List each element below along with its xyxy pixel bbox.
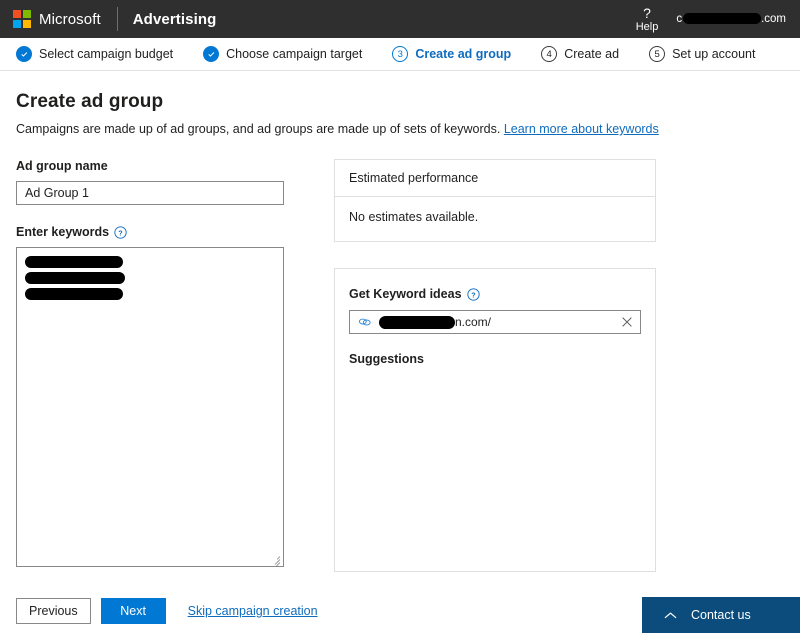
page-subtitle-text: Campaigns are made up of ad groups, and … — [16, 122, 500, 136]
get-keyword-ideas-text: Get Keyword ideas — [349, 287, 462, 301]
step-1-label: Select campaign budget — [39, 47, 173, 61]
help-label: Help — [636, 22, 659, 34]
left-column: Ad group name Enter keywords ? — [16, 159, 284, 567]
account-email-prefix: c — [676, 13, 682, 25]
account-email-suffix: .com — [761, 13, 786, 25]
suggestions-title: Suggestions — [349, 352, 641, 366]
url-redaction — [379, 316, 455, 329]
estimated-performance-title: Estimated performance — [335, 160, 655, 197]
contact-us-label: Contact us — [691, 608, 751, 622]
step-select-campaign-budget[interactable]: Select campaign budget — [16, 46, 173, 62]
learn-more-about-keywords-link[interactable]: Learn more about keywords — [504, 122, 659, 136]
chain-link-icon — [358, 316, 372, 328]
account-email[interactable]: c .com — [676, 13, 788, 25]
step-4-label: Create ad — [564, 47, 619, 61]
step-1-check-icon — [16, 46, 32, 62]
header-right-group: ? Help c .com — [636, 5, 788, 33]
enter-keywords-label: Enter keywords ? — [16, 225, 284, 239]
step-3-number: 3 — [392, 46, 408, 62]
app-name-advertising[interactable]: Advertising — [133, 11, 217, 28]
keyword-ideas-url-value: n.com/ — [379, 315, 613, 329]
step-4-number: 4 — [541, 46, 557, 62]
microsoft-wordmark[interactable]: Microsoft — [39, 11, 101, 28]
step-5-label: Set up account — [672, 47, 755, 61]
step-set-up-account[interactable]: 5 Set up account — [649, 46, 755, 62]
keywords-field-group: Enter keywords ? — [16, 225, 284, 567]
keywords-textarea[interactable] — [16, 247, 284, 567]
step-2-check-icon — [203, 46, 219, 62]
help-button[interactable]: ? Help — [636, 5, 659, 33]
estimated-performance-card: Estimated performance No estimates avail… — [334, 159, 656, 242]
get-keyword-ideas-label: Get Keyword ideas ? — [349, 287, 641, 301]
logo-square-red — [13, 10, 21, 18]
step-2-label: Choose campaign target — [226, 47, 362, 61]
svg-text:?: ? — [118, 228, 123, 237]
page-content: Create ad group Campaigns are made up of… — [0, 71, 800, 572]
url-suffix: n.com/ — [455, 315, 491, 329]
logo-square-yellow — [23, 20, 31, 28]
campaign-setup-stepper: Select campaign budget Choose campaign t… — [0, 38, 800, 71]
svg-text:?: ? — [471, 290, 476, 299]
logo-square-green — [23, 10, 31, 18]
ad-group-name-input[interactable] — [16, 181, 284, 205]
help-circle-icon[interactable]: ? — [467, 288, 480, 301]
right-column: Estimated performance No estimates avail… — [334, 159, 656, 572]
close-x-icon[interactable] — [620, 315, 634, 329]
step-create-ad-group[interactable]: 3 Create ad group — [392, 46, 511, 62]
microsoft-logo-icon[interactable] — [13, 10, 31, 28]
estimated-performance-body: No estimates available. — [335, 197, 655, 241]
step-create-ad[interactable]: 4 Create ad — [541, 46, 619, 62]
skip-campaign-creation-link[interactable]: Skip campaign creation — [188, 604, 318, 618]
global-header: Microsoft Advertising ? Help c .com — [0, 0, 800, 38]
keywords-redacted-content — [17, 248, 283, 300]
keyword-redaction-line — [25, 288, 123, 300]
page-title: Create ad group — [16, 91, 784, 113]
next-button[interactable]: Next — [101, 598, 166, 624]
help-circle-icon[interactable]: ? — [114, 226, 127, 239]
account-email-redaction — [683, 13, 761, 24]
step-3-label: Create ad group — [415, 47, 511, 61]
contact-us-bar[interactable]: Contact us — [642, 597, 800, 633]
step-choose-campaign-target[interactable]: Choose campaign target — [203, 46, 362, 62]
logo-square-blue — [13, 20, 21, 28]
question-mark-icon: ? — [643, 6, 651, 21]
step-5-number: 5 — [649, 46, 665, 62]
enter-keywords-text: Enter keywords — [16, 225, 109, 239]
form-columns: Ad group name Enter keywords ? — [16, 159, 784, 572]
header-divider — [117, 7, 118, 31]
keyword-redaction-line — [25, 272, 125, 284]
chevron-up-icon — [664, 611, 677, 620]
ad-group-name-label: Ad group name — [16, 159, 284, 173]
page-subtitle: Campaigns are made up of ad groups, and … — [16, 122, 784, 136]
keyword-ideas-url-input[interactable]: n.com/ — [349, 310, 641, 334]
keyword-ideas-card: Get Keyword ideas ? n.com/ — [334, 268, 656, 572]
textarea-resize-handle[interactable] — [269, 552, 282, 565]
keyword-redaction-line — [25, 256, 123, 268]
previous-button[interactable]: Previous — [16, 598, 91, 624]
